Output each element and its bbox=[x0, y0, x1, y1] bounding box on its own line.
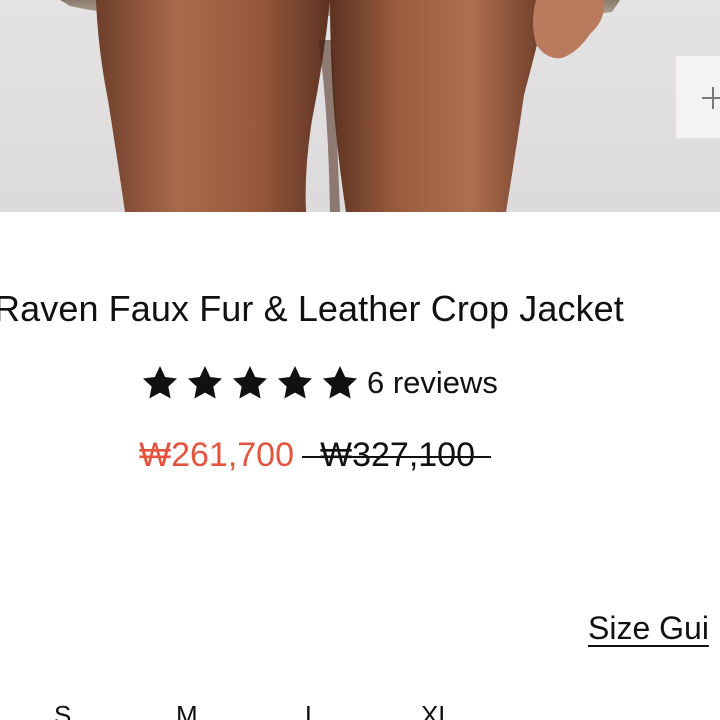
product-photo bbox=[60, 0, 620, 212]
plus-icon-vertical bbox=[712, 87, 714, 109]
star-rating bbox=[139, 363, 361, 403]
sale-price: ₩261,700 bbox=[139, 436, 294, 474]
left-leg bbox=[96, 0, 330, 212]
product-title: Raven Faux Fur & Leather Crop Jacket bbox=[0, 288, 624, 329]
star-icon bbox=[188, 366, 222, 399]
right-leg bbox=[330, 0, 548, 212]
size-options: S M L XL bbox=[0, 700, 720, 720]
review-count-link[interactable]: 6 reviews bbox=[367, 365, 498, 401]
size-option-l[interactable]: L bbox=[305, 700, 319, 720]
product-page: Raven Faux Fur & Leather Crop Jacket 6 r… bbox=[0, 0, 720, 720]
size-guide-link[interactable]: Size Gui bbox=[588, 610, 709, 647]
size-option-xl[interactable]: XL bbox=[421, 700, 453, 720]
size-option-m[interactable]: M bbox=[176, 700, 198, 720]
star-icon bbox=[143, 366, 177, 399]
product-image[interactable] bbox=[0, 0, 720, 212]
size-option-s[interactable]: S bbox=[54, 700, 71, 720]
plus-icon bbox=[702, 97, 720, 99]
star-icon bbox=[233, 366, 267, 399]
hand bbox=[533, 0, 605, 59]
rating-row[interactable]: 6 reviews bbox=[139, 362, 498, 404]
star-icon bbox=[278, 366, 312, 399]
zoom-button[interactable] bbox=[675, 55, 720, 139]
price-row: ₩261,700 ₩327,100 bbox=[139, 436, 491, 475]
star-icon bbox=[323, 366, 357, 399]
original-price: ₩327,100 bbox=[302, 436, 491, 475]
